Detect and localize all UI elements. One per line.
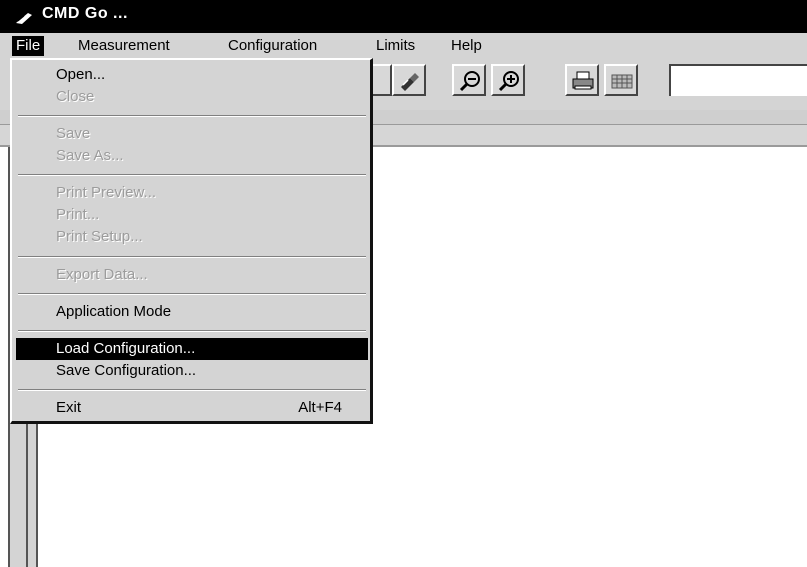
menu-measurement[interactable]: Measurement [74,36,174,56]
menu-item-save-configuration[interactable]: Save Configuration... [16,360,368,382]
print-button[interactable] [565,64,599,96]
menu-item-application-mode[interactable]: Application Mode [16,301,368,323]
menu-item-load-configuration[interactable]: Load Configuration... [16,338,368,360]
menu-limits[interactable]: Limits [372,36,419,56]
zoom-in-button[interactable] [491,64,525,96]
menu-separator [18,174,366,176]
grid-icon [611,74,633,89]
menu-item-print-setup: Print Setup... [56,228,143,245]
menu-item-exit[interactable]: Exit Alt+F4 [16,397,368,419]
menu-item-open[interactable]: Open... [16,64,368,86]
zoom-out-icon [459,71,480,92]
connect-icon [401,73,419,91]
zoom-out-button[interactable] [452,64,486,96]
menu-separator [18,293,366,295]
menu-item-save-as: Save As... [56,147,124,164]
menu-separator [18,330,366,332]
zoom-in-icon [498,71,519,92]
menu-configuration[interactable]: Configuration [224,36,321,56]
toolbar-input[interactable] [669,64,807,96]
file-menu-dropdown: Open... Close Save Save As... Print Prev… [10,58,373,424]
menu-item-save: Save [56,125,91,142]
print-icon [572,71,594,90]
menu-separator [18,256,366,258]
app-icon [16,13,32,24]
menu-help[interactable]: Help [447,36,486,56]
title-bar: CMD Go ... [0,0,807,33]
menu-item-print: Print... [56,206,100,223]
menu-separator [18,389,366,391]
menu-file[interactable]: File [12,36,45,56]
connect-button[interactable] [392,64,426,96]
menu-separator [18,115,366,117]
menu-item-print-preview: Print Preview... [56,184,157,201]
exit-shortcut: Alt+F4 [298,399,342,416]
grid-button[interactable] [604,64,638,96]
menu-item-close: Close [56,88,95,105]
menu-item-export-data: Export Data... [56,266,148,283]
menu-bar: File Measurement Configuration Limits He… [0,33,807,58]
window-title: CMD Go ... [42,5,128,22]
toolbar-button-partial[interactable] [370,64,392,96]
